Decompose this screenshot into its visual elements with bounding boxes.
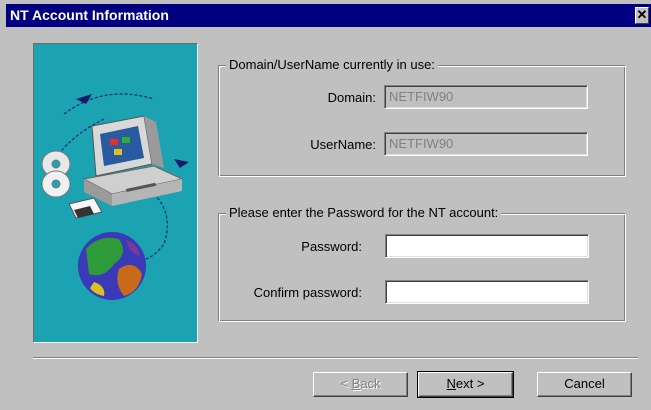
back-label-prefix: < bbox=[340, 376, 352, 391]
back-label-suffix: ack bbox=[360, 376, 381, 391]
next-label-suffix: ext > bbox=[455, 376, 485, 391]
group-frame bbox=[218, 65, 626, 177]
cancel-button[interactable]: Cancel bbox=[537, 372, 632, 397]
close-button[interactable]: ✕ bbox=[635, 7, 649, 24]
password-group: Please enter the Password for the NT acc… bbox=[218, 205, 626, 322]
close-icon: ✕ bbox=[636, 7, 648, 22]
button-separator bbox=[33, 357, 638, 359]
cancel-label: Cancel bbox=[564, 376, 605, 391]
username-label: UserName: bbox=[310, 137, 376, 152]
back-button[interactable]: < Back bbox=[313, 372, 408, 397]
username-field: NETFIW90 bbox=[384, 132, 588, 156]
globe-icon bbox=[78, 232, 146, 300]
current-credentials-group: Domain/UserName currently in use: bbox=[218, 57, 626, 177]
group-frame bbox=[218, 213, 626, 322]
floppy-disk-icon bbox=[68, 197, 103, 219]
wizard-illustration bbox=[33, 43, 198, 343]
confirm-password-label: Confirm password: bbox=[253, 285, 362, 300]
password-label: Password: bbox=[301, 239, 362, 254]
illustration-graphic bbox=[41, 93, 189, 300]
dialog-title: NT Account Information bbox=[10, 7, 169, 23]
next-mnemonic: N bbox=[446, 376, 456, 391]
computer-icon bbox=[82, 115, 184, 206]
domain-field: NETFIW90 bbox=[384, 85, 588, 109]
cd-disc-icon bbox=[41, 150, 71, 198]
nt-account-dialog: NT Account Information ✕ Domain/UserName… bbox=[0, 0, 651, 410]
group-legend: Please enter the Password for the NT acc… bbox=[226, 205, 502, 221]
group-legend: Domain/UserName currently in use: bbox=[226, 57, 438, 73]
title-bar: NT Account Information ✕ bbox=[6, 4, 651, 27]
confirm-password-input[interactable] bbox=[385, 280, 589, 304]
password-input[interactable] bbox=[385, 234, 589, 258]
domain-label: Domain: bbox=[327, 90, 376, 105]
next-button[interactable]: Next > bbox=[417, 371, 514, 398]
